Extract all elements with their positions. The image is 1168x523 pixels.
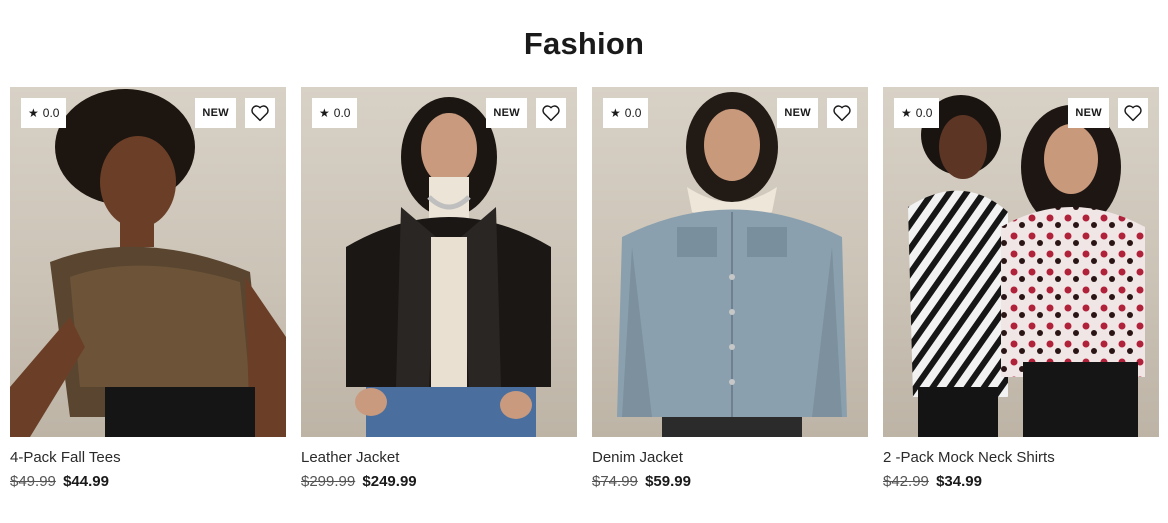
product-card[interactable]: ★ 0.0 NEW Leather Jacket $299.99 $249.99: [301, 87, 577, 490]
favorite-button[interactable]: [536, 98, 566, 128]
original-price: $299.99: [301, 473, 356, 490]
product-card[interactable]: ★ 0.0 NEW 2 -Pack Mock Neck Shirts $42.9…: [883, 87, 1159, 490]
sale-price: $59.99: [645, 473, 691, 490]
heart-icon: [542, 105, 560, 122]
product-price: $299.99 $249.99: [301, 473, 577, 490]
heart-icon: [251, 105, 269, 122]
original-price: $49.99: [10, 473, 56, 490]
new-badge: NEW: [486, 98, 527, 128]
sale-price: $249.99: [362, 473, 417, 490]
rating-badge: ★ 0.0: [312, 98, 358, 128]
star-icon: ★: [28, 106, 39, 120]
product-name[interactable]: 4-Pack Fall Tees: [10, 449, 286, 466]
heart-icon: [833, 105, 851, 122]
favorite-button[interactable]: [245, 98, 275, 128]
new-badge: NEW: [1068, 98, 1109, 128]
original-price: $42.99: [883, 473, 929, 490]
product-image[interactable]: ★ 0.0 NEW: [592, 87, 868, 437]
favorite-button[interactable]: [827, 98, 857, 128]
product-name[interactable]: 2 -Pack Mock Neck Shirts: [883, 449, 1159, 466]
product-card[interactable]: ★ 0.0 NEW 4-Pack Fall Tees $49.99 $44.99: [10, 87, 286, 490]
product-price: $49.99 $44.99: [10, 473, 286, 490]
star-icon: ★: [610, 106, 621, 120]
original-price: $74.99: [592, 473, 638, 490]
model-illustration: [10, 89, 286, 437]
rating-badge: ★ 0.0: [894, 98, 940, 128]
rating-value: 0.0: [624, 106, 642, 120]
product-card[interactable]: ★ 0.0 NEW Denim Jacket $74.99 $59.99: [592, 87, 868, 490]
product-name[interactable]: Denim Jacket: [592, 449, 868, 466]
section-title: Fashion: [523, 26, 645, 61]
heart-icon: [1124, 105, 1142, 122]
favorite-button[interactable]: [1118, 98, 1148, 128]
model-illustration: [908, 95, 1145, 437]
rating-value: 0.0: [333, 106, 351, 120]
star-icon: ★: [901, 106, 912, 120]
rating-value: 0.0: [915, 106, 933, 120]
product-image[interactable]: ★ 0.0 NEW: [301, 87, 577, 437]
product-name[interactable]: Leather Jacket: [301, 449, 577, 466]
model-illustration: [346, 97, 551, 437]
rating-badge: ★ 0.0: [21, 98, 67, 128]
product-image[interactable]: ★ 0.0 NEW: [10, 87, 286, 437]
star-icon: ★: [319, 106, 330, 120]
product-price: $42.99 $34.99: [883, 473, 1159, 490]
product-price: $74.99 $59.99: [592, 473, 868, 490]
product-grid: ★ 0.0 NEW 4-Pack Fall Tees $49.99 $44.99: [10, 87, 1159, 490]
product-image[interactable]: ★ 0.0 NEW: [883, 87, 1159, 437]
model-illustration: [617, 92, 847, 437]
rating-value: 0.0: [42, 106, 60, 120]
rating-badge: ★ 0.0: [603, 98, 649, 128]
new-badge: NEW: [195, 98, 236, 128]
sale-price: $34.99: [936, 473, 982, 490]
new-badge: NEW: [777, 98, 818, 128]
sale-price: $44.99: [63, 473, 109, 490]
